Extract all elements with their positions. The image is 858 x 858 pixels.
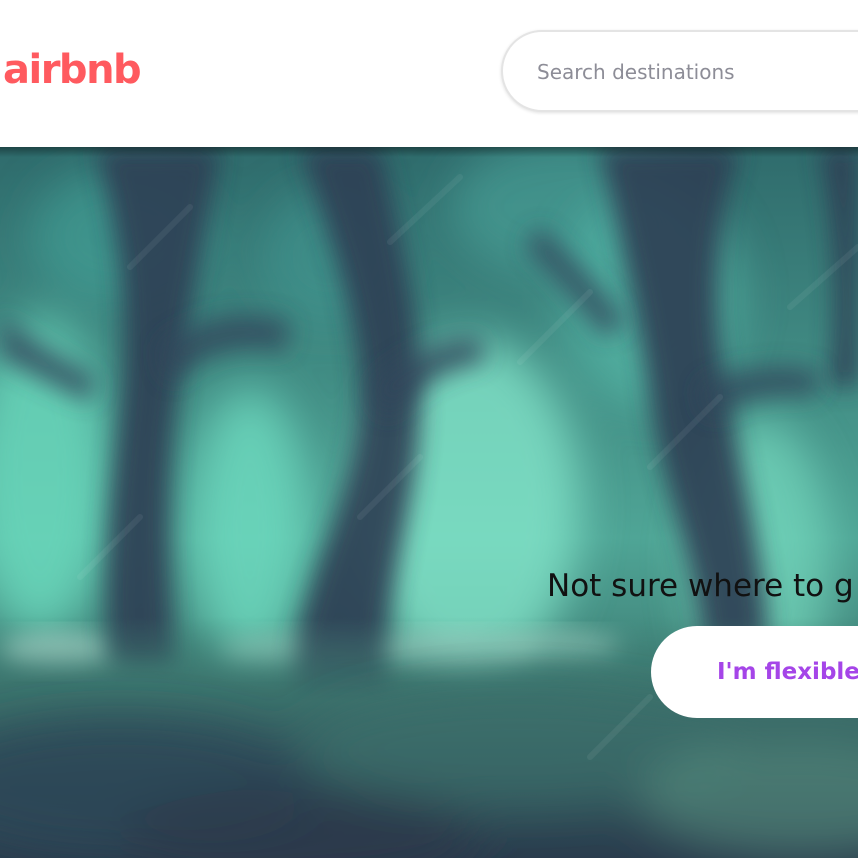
hero-heading: Not sure where to g (547, 568, 854, 604)
top-header: airbnb (0, 0, 858, 147)
hero-forest-image (0, 147, 858, 858)
search-input[interactable] (537, 52, 858, 92)
page: airbnb Search destinations Not sure wher… (0, 0, 858, 858)
search-bar[interactable] (501, 30, 858, 112)
hero-section: Not sure where to g I'm flexible (0, 147, 858, 858)
airbnb-logo[interactable]: airbnb (3, 44, 142, 96)
im-flexible-button[interactable]: I'm flexible (651, 626, 858, 718)
header-shadow (0, 147, 858, 157)
